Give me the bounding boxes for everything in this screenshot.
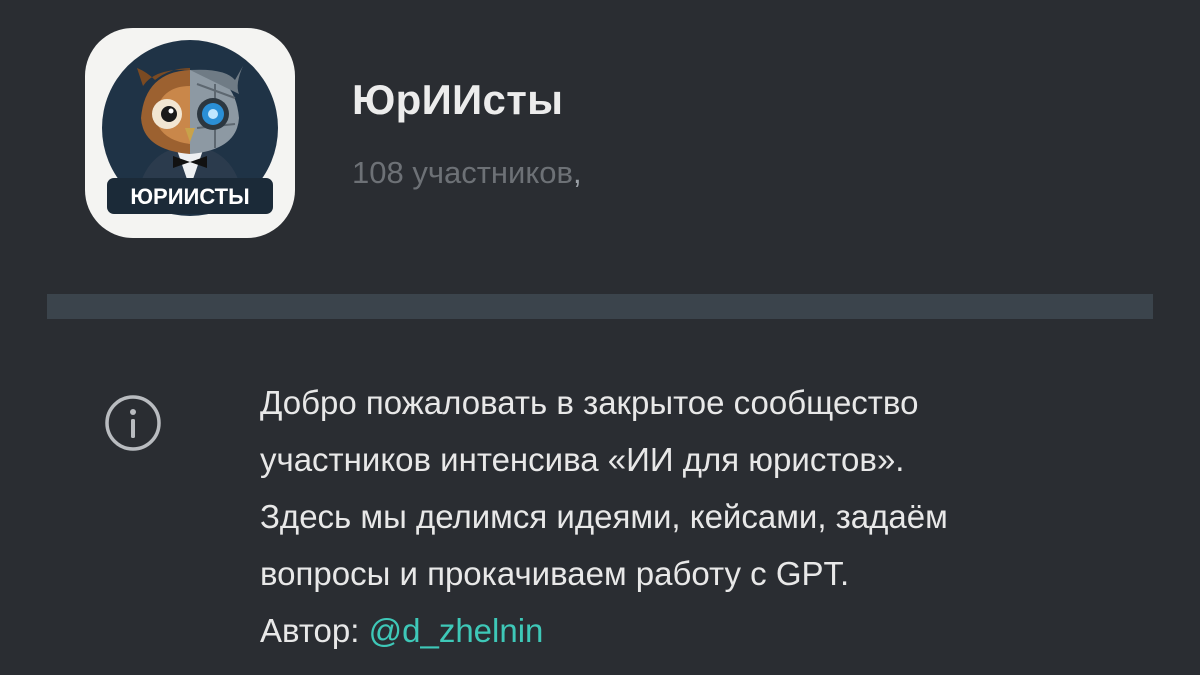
- description-line: Здесь мы делимся идеями, кейсами, задаём: [260, 498, 948, 535]
- group-title: ЮрИИсты: [352, 76, 564, 123]
- description-line: участников интенсива «ИИ для юристов».: [260, 441, 905, 478]
- member-count: 108 участников,: [352, 155, 582, 191]
- author-link[interactable]: @d_zhelnin: [369, 612, 544, 649]
- member-count-cursor: ,: [572, 155, 582, 190]
- chat-header: ЮРИИСТЫ ЮрИИсты 108 участников,: [0, 0, 1200, 290]
- section-divider: [47, 294, 1153, 319]
- description-line: вопросы и прокачиваем работу с GPT.: [260, 555, 850, 592]
- author-line: Автор: @d_zhelnin: [260, 602, 1140, 659]
- info-circle-icon: [103, 393, 163, 453]
- description-line: Добро пожаловать в закрытое сообщество: [260, 384, 919, 421]
- author-label: Автор:: [260, 612, 369, 649]
- avatar-badge-text: ЮРИИСТЫ: [130, 184, 249, 209]
- owl-robot-logo-icon: ЮРИИСТЫ: [102, 40, 278, 216]
- member-count-text: 108 участников: [352, 155, 573, 190]
- group-avatar[interactable]: ЮРИИСТЫ: [85, 28, 295, 238]
- group-description: Добро пожаловать в закрытое сообщество у…: [260, 374, 1140, 659]
